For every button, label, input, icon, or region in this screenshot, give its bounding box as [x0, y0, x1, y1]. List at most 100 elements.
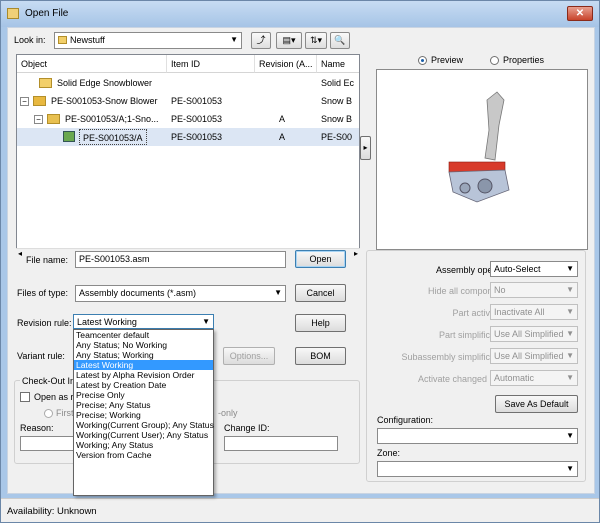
revision-icon — [47, 114, 60, 124]
chevron-down-icon: ▼ — [566, 285, 574, 294]
up-folder-icon[interactable]: ⤴ — [251, 32, 271, 49]
files-of-type-combo[interactable]: Assembly documents (*.asm) ▼ — [75, 285, 286, 302]
collapse-icon[interactable]: − — [20, 97, 29, 106]
revision-rule-dropdown: Teamcenter default Any Status; No Working… — [73, 329, 214, 496]
expand-preview-button[interactable]: ▸ — [360, 136, 371, 160]
open-as-checkbox[interactable] — [20, 392, 30, 402]
status-bar: Availability: Unknown — [1, 498, 599, 522]
revision-rule-option[interactable]: Latest by Alpha Revision Order — [74, 370, 213, 380]
subassembly-simplification-value: Use All Simplified — [494, 351, 564, 361]
open-button[interactable]: Open — [295, 250, 346, 268]
folder-icon — [7, 8, 19, 19]
search-icon[interactable]: 🔍 — [330, 32, 350, 49]
revision-rule-option[interactable]: Working(Current Group); Any Status — [74, 420, 214, 430]
table-row[interactable]: Solid Edge Snowblower Solid Ec — [17, 74, 359, 92]
revision-rule-option[interactable]: Any Status; No Working — [74, 340, 213, 350]
table-row[interactable]: − PE-S001053/A;1-Sno... PE-S001053 A Sno… — [17, 110, 359, 128]
assembly-open-as-combo[interactable]: Auto-Select ▼ — [490, 261, 578, 277]
col-revision[interactable]: Revision (A... — [255, 55, 317, 73]
hide-components-combo[interactable]: No ▼ — [490, 282, 578, 298]
cancel-button[interactable]: Cancel — [295, 284, 346, 302]
row-revision: A — [279, 132, 286, 142]
col-name[interactable]: Name — [317, 55, 359, 73]
title-bar[interactable]: Open File ✕ — [1, 1, 599, 27]
bom-button[interactable]: BOM — [295, 347, 346, 365]
row-item-id: PE-S001053 — [171, 96, 223, 106]
tools-icon[interactable]: ⇅▾ — [305, 32, 327, 49]
row-item-id: PE-S001053 — [171, 114, 223, 124]
configuration-combo[interactable]: ▼ — [377, 428, 578, 444]
revision-rule-option[interactable]: Latest Working — [74, 360, 213, 370]
file-list: Object Item ID Revision (A... Name Solid… — [16, 54, 360, 260]
variant-rule-label: Variant rule: — [17, 351, 65, 361]
row-object: Solid Edge Snowblower — [57, 78, 153, 88]
snowblower-preview-image — [448, 91, 510, 203]
revision-rule-label: Revision rule: — [17, 318, 72, 328]
chevron-down-icon: ▼ — [566, 431, 574, 440]
assembly-open-as-value: Auto-Select — [494, 264, 541, 274]
change-id-input[interactable] — [224, 436, 338, 451]
open-file-dialog: Open File ✕ Look in: Newstuff ▼ ⤴ ▤▾ ⇅▾ … — [0, 0, 600, 523]
dataset-icon — [63, 131, 75, 142]
folder-icon — [39, 78, 52, 88]
revision-rule-option[interactable]: Latest by Creation Date — [74, 380, 213, 390]
chevron-down-icon: ▼ — [566, 351, 574, 360]
item-icon — [33, 96, 46, 106]
dialog-body: Look in: Newstuff ▼ ⤴ ▤▾ ⇅▾ 🔍 Object Ite… — [7, 27, 595, 496]
revision-rule-option[interactable]: Precise; Working — [74, 410, 213, 420]
chevron-down-icon: ▼ — [274, 288, 282, 297]
reason-label: Reason: — [20, 423, 54, 433]
first-label: First — [56, 408, 74, 418]
read-only-label: -only — [218, 408, 238, 418]
col-item-id[interactable]: Item ID — [167, 55, 255, 73]
collapse-icon[interactable]: − — [34, 115, 43, 124]
first-radio[interactable] — [44, 409, 53, 418]
preview-label: Preview — [431, 55, 464, 65]
part-activation-combo[interactable]: Inactivate All ▼ — [490, 304, 578, 320]
revision-rule-combo[interactable]: Latest Working ▼ — [73, 314, 214, 329]
col-object[interactable]: Object — [17, 55, 167, 73]
scroll-left-icon[interactable]: ◂ — [18, 249, 22, 258]
part-simplification-combo[interactable]: Use All Simplified ▼ — [490, 326, 578, 342]
row-object: PE-S001053-Snow Blower — [51, 96, 158, 106]
open-as-label: Open as r — [34, 392, 74, 402]
table-row[interactable]: PE-S001053/A PE-S001053 A PE-S00 — [17, 128, 359, 146]
lookin-combo[interactable]: Newstuff ▼ — [54, 32, 242, 49]
revision-rule-value: Latest Working — [77, 317, 137, 327]
revision-rule-option[interactable]: Teamcenter default — [74, 330, 213, 340]
zone-combo[interactable]: ▼ — [377, 461, 578, 477]
scroll-right-icon[interactable]: ▸ — [354, 249, 358, 258]
row-name: Snow B — [321, 96, 353, 106]
lookin-label: Look in: — [14, 35, 46, 45]
table-row[interactable]: − PE-S001053-Snow Blower PE-S001053 Snow… — [17, 92, 359, 110]
row-object: PE-S001053/A — [79, 129, 147, 145]
row-item-id: PE-S001053 — [171, 132, 223, 142]
properties-radio[interactable] — [490, 56, 499, 65]
close-button[interactable]: ✕ — [567, 6, 593, 21]
file-name-label: File name: — [26, 255, 69, 265]
revision-rule-option[interactable]: Working(Current User); Any Status — [74, 430, 213, 440]
row-object: PE-S001053/A;1-Sno... — [65, 114, 159, 124]
revision-rule-option[interactable]: Version from Cache — [74, 450, 213, 460]
hide-components-value: No — [494, 285, 506, 295]
options-button[interactable]: Options... — [223, 347, 275, 365]
chevron-down-icon: ▼ — [566, 307, 574, 316]
view-menu-icon[interactable]: ▤▾ — [276, 32, 302, 49]
checkout-group-label: Check-Out Inf — [20, 376, 80, 386]
revision-rule-option[interactable]: Working; Any Status — [74, 440, 213, 450]
revision-rule-option[interactable]: Precise Only — [74, 390, 213, 400]
chevron-down-icon: ▼ — [566, 373, 574, 382]
row-name: PE-S00 — [321, 132, 353, 142]
help-button[interactable]: Help — [295, 314, 346, 332]
save-as-default-button[interactable]: Save As Default — [495, 395, 578, 413]
folder-icon — [58, 36, 67, 44]
file-name-input[interactable]: PE-S001053.asm — [75, 251, 286, 268]
row-revision: A — [279, 114, 286, 124]
subassembly-simplification-combo[interactable]: Use All Simplified ▼ — [490, 348, 578, 364]
revision-rule-option[interactable]: Precise; Any Status — [74, 400, 213, 410]
preview-radio[interactable] — [418, 56, 427, 65]
chevron-down-icon: ▼ — [566, 329, 574, 338]
chevron-down-icon: ▼ — [202, 317, 210, 326]
activate-changed-parts-combo[interactable]: Automatic ▼ — [490, 370, 578, 386]
revision-rule-option[interactable]: Any Status; Working — [74, 350, 213, 360]
